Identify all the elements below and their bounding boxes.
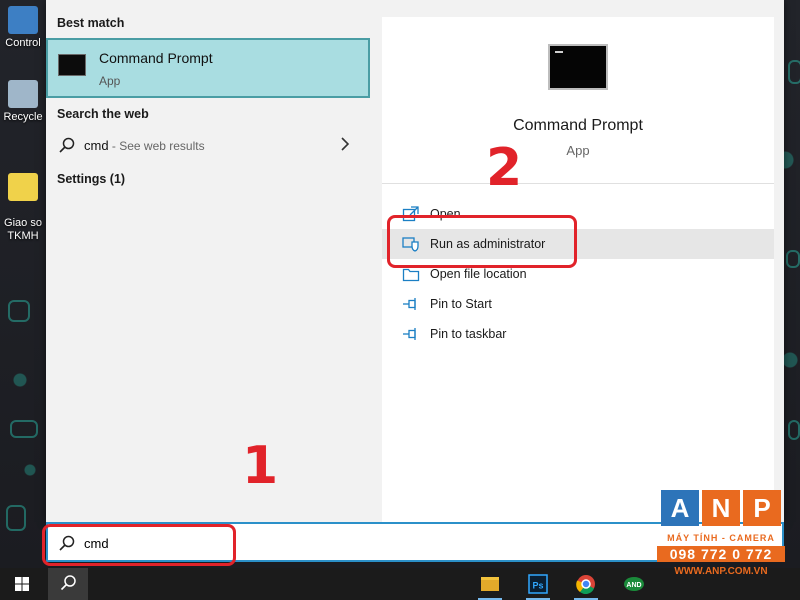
photoshop-icon: Ps [528, 574, 548, 594]
highlight-run-as-administrator [387, 215, 577, 268]
wallpaper-doodle [788, 420, 800, 440]
wallpaper-doodle [8, 300, 30, 322]
cmd-icon [548, 44, 608, 90]
cmd-icon [58, 54, 86, 76]
taskbar-chrome[interactable] [566, 568, 606, 600]
watermark-phone: 098 772 0 772 [657, 546, 785, 562]
action-pin-to-taskbar[interactable]: Pin to taskbar [382, 319, 774, 349]
best-match-subtitle: App [99, 74, 121, 88]
logo-letter: A [661, 490, 699, 526]
folder-icon [402, 268, 420, 282]
windows-start-icon [15, 577, 29, 591]
action-pin-to-start[interactable]: Pin to Start [382, 289, 774, 319]
logo-letter: P [743, 490, 781, 526]
file-explorer-icon [481, 577, 499, 591]
anp-icon: AND [624, 577, 644, 591]
svg-text:Ps: Ps [532, 581, 543, 591]
web-result-hint: - See web results [108, 139, 205, 153]
best-match-title: Command Prompt [99, 50, 213, 66]
start-button[interactable] [2, 568, 42, 600]
pin-icon [403, 298, 416, 310]
recycle-bin-icon [8, 80, 38, 108]
chevron-right-icon[interactable] [338, 136, 352, 152]
search-results-pane: Best match Command Prompt App Search the… [46, 0, 372, 522]
preview-title: Command Prompt [513, 117, 643, 134]
document-icon [8, 173, 38, 201]
web-result-cmd[interactable]: cmd - See web results [46, 130, 372, 162]
divider [382, 183, 774, 184]
wallpaper-doodle [6, 505, 26, 531]
best-match-header: Best match [57, 16, 125, 30]
taskbar-search-button[interactable] [48, 568, 88, 600]
highlight-search-box [42, 524, 236, 566]
taskbar-anp-app[interactable]: AND [614, 568, 654, 600]
taskbar-photoshop[interactable]: Ps [518, 568, 558, 600]
settings-header[interactable]: Settings (1) [57, 172, 125, 186]
svg-text:AND: AND [626, 582, 641, 589]
preview-subtitle: App [566, 143, 590, 158]
step-number-1: 1 [242, 436, 279, 496]
desktop-icon-label: Control [5, 37, 41, 49]
desktop-icon-recycle-bin[interactable]: Recycle [0, 80, 46, 124]
logo-letter: N [702, 490, 740, 526]
wallpaper-doodle [10, 420, 38, 438]
wallpaper-doodle [786, 250, 800, 268]
desktop-icon-label: Recycle [3, 111, 43, 123]
action-label: Open file location [430, 267, 527, 281]
best-match-command-prompt[interactable]: Command Prompt App [46, 38, 370, 98]
wallpaper-doodle [788, 60, 800, 84]
watermark-tagline: MÁY TÍNH - CAMERA [667, 533, 775, 543]
watermark-website: WWW.ANP.COM.VN [674, 566, 768, 577]
search-web-header: Search the web [57, 107, 149, 121]
search-icon [60, 575, 76, 591]
taskbar-file-explorer[interactable] [470, 568, 510, 600]
web-result-text: cmd - See web results [84, 138, 205, 153]
control-panel-icon [8, 6, 38, 34]
search-icon [59, 137, 75, 153]
step-number-2: 2 [486, 138, 523, 198]
pin-icon [403, 328, 416, 340]
desktop-icon-document[interactable]: Giao so TKMH [0, 160, 46, 256]
app-preview-pane: Command Prompt App Open Run as administr… [382, 17, 774, 522]
anp-logo: A N P [661, 490, 781, 526]
desktop-icon-label: Giao so TKMH [4, 217, 42, 242]
anp-watermark: A N P MÁY TÍNH - CAMERA 098 772 0 772 WW… [657, 490, 785, 580]
web-result-query: cmd [84, 138, 109, 153]
chrome-icon [576, 575, 595, 595]
desktop-icon-control-panel[interactable]: Control [0, 6, 46, 50]
action-label: Pin to taskbar [430, 327, 507, 341]
action-label: Pin to Start [430, 297, 492, 311]
